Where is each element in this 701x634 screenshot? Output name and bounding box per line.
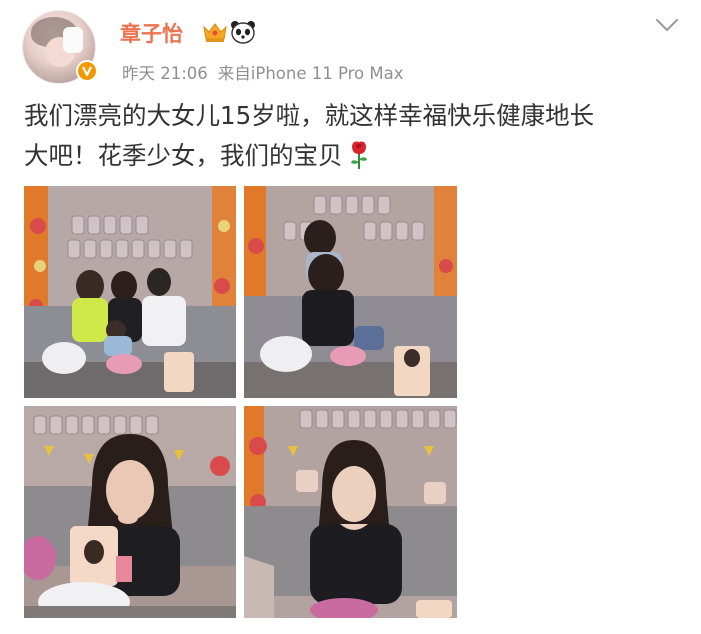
username[interactable]: 章子怡 xyxy=(120,18,183,48)
panda-icon[interactable] xyxy=(230,20,256,44)
post-text-line-2-content: 大吧！花季少女，我们的宝贝 xyxy=(24,141,343,170)
rose-icon xyxy=(347,140,371,170)
post-text: 我们漂亮的大女儿15岁啦，就这样幸福快乐健康地长 大吧！花季少女，我们的宝贝 xyxy=(24,96,684,176)
photo-1[interactable] xyxy=(24,186,236,398)
photo-3[interactable] xyxy=(24,406,236,618)
post-time[interactable]: 昨天 21:06 xyxy=(122,64,208,83)
post-source: 来自iPhone 11 Pro Max xyxy=(217,64,404,83)
post-text-line-1: 我们漂亮的大女儿15岁啦，就这样幸福快乐健康地长 xyxy=(24,101,595,130)
photo-2[interactable] xyxy=(244,186,457,398)
photo-4[interactable] xyxy=(244,406,457,618)
crown-icon[interactable] xyxy=(202,20,228,44)
verified-v-icon xyxy=(76,60,98,82)
post-meta: 昨天 21:06 来自iPhone 11 Pro Max xyxy=(122,60,414,84)
chevron-down-icon[interactable] xyxy=(654,16,680,34)
avatar[interactable] xyxy=(22,10,98,84)
post-text-line-2: 大吧！花季少女，我们的宝贝 xyxy=(24,136,684,176)
